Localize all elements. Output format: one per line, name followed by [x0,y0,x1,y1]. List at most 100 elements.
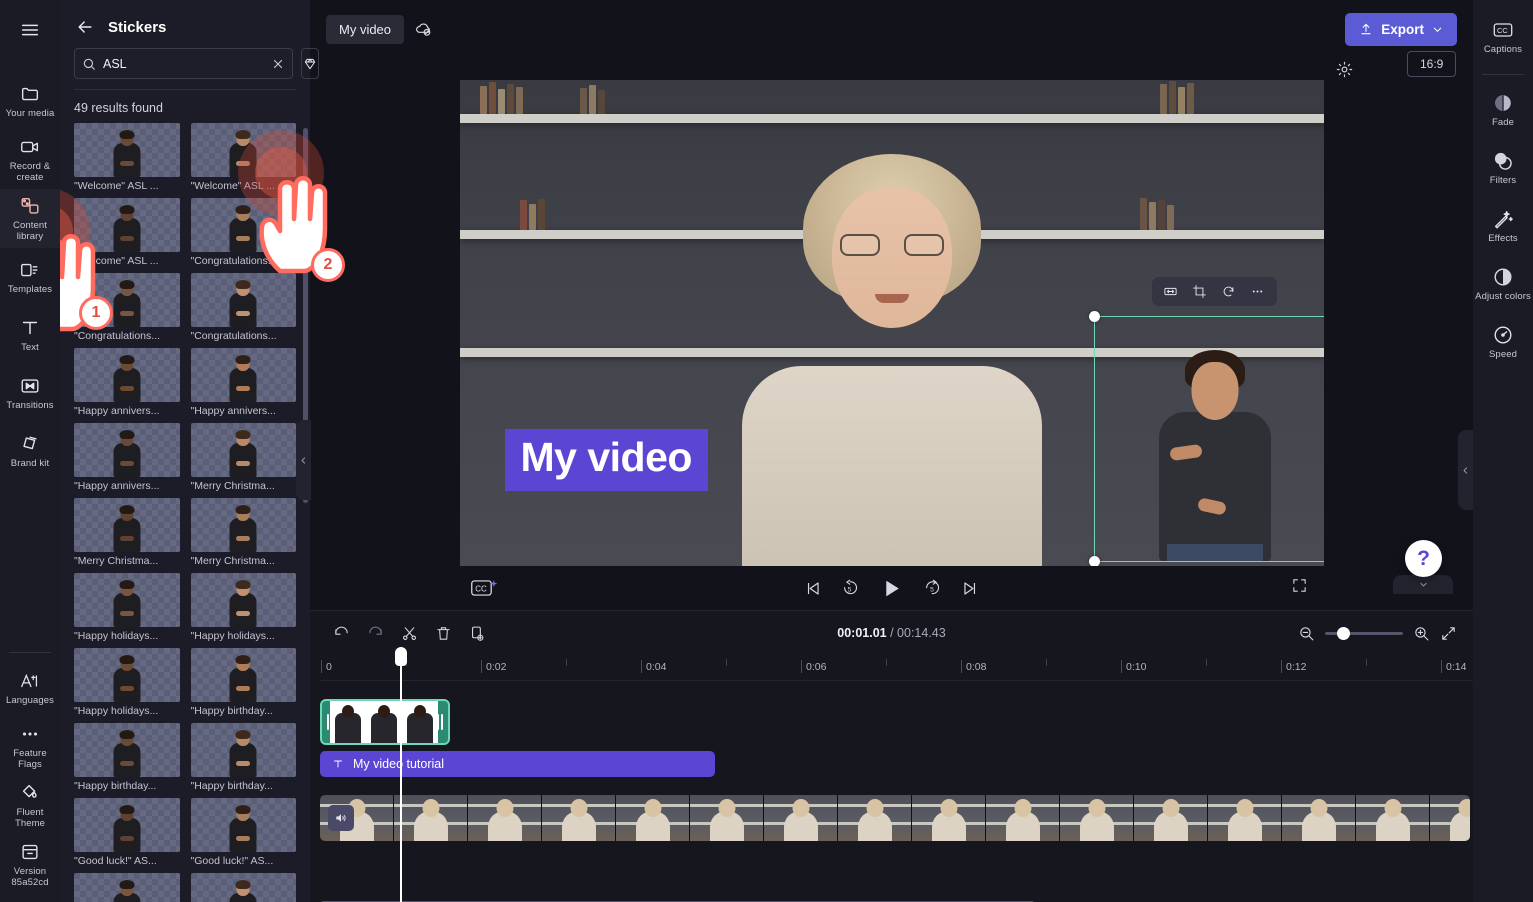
sticker-thumbnail[interactable] [74,123,180,177]
sidebar-item-fluent-theme[interactable]: Fluent Theme [0,776,60,835]
cc-sparkle-icon[interactable]: CC [470,577,500,599]
crop-icon[interactable] [1188,280,1212,304]
sidebar-item-text[interactable]: Text [0,306,60,364]
tool-filters[interactable]: Filters [1473,139,1533,197]
timeline-collapse-button[interactable] [1393,575,1453,594]
tool-adjust-colors[interactable]: Adjust colors [1473,255,1533,313]
right-panel-collapse-button[interactable] [1458,430,1473,510]
sidebar-item-record-create[interactable]: Record & create [0,130,60,189]
sticker-thumbnail[interactable] [74,423,180,477]
sticker-item[interactable]: "Happy birthday... [190,648,296,719]
tool-speed[interactable]: Speed [1473,313,1533,371]
sticker-item[interactable]: "Happy holidays... [74,648,180,719]
timeline-ruler[interactable]: 0 0:02 0:04 0:06 0:08 0:10 0:12 0:14 [320,655,1473,681]
sticker-thumbnail[interactable] [190,723,296,777]
sidebar-item-version[interactable]: Version 85a52cd [0,835,60,894]
fullscreen-icon[interactable] [1291,577,1308,599]
zoom-in-icon[interactable] [1413,625,1430,642]
sticker-thumbnail[interactable] [190,348,296,402]
sticker-item[interactable]: "Congratulations... [74,273,180,344]
sticker-thumbnail[interactable] [74,723,180,777]
sidebar-item-feature-flags[interactable]: Feature Flags [0,717,60,776]
sidebar-item-your-media[interactable]: Your media [0,72,60,130]
sticker-thumbnail[interactable] [190,123,296,177]
delete-trash-icon[interactable] [428,618,458,648]
sticker-thumbnail[interactable] [190,273,296,327]
sidebar-item-content-library[interactable]: Content library [0,189,60,248]
redo-icon[interactable] [360,618,390,648]
sticker-item[interactable]: "Happy annivers... [74,423,180,494]
split-scissors-icon[interactable] [394,618,424,648]
sticker-item[interactable]: "Merry Christma... [74,498,180,569]
sticker-item[interactable]: "Merry Christma... [190,498,296,569]
sticker-thumbnail[interactable] [190,798,296,852]
export-button[interactable]: Export [1345,12,1457,46]
hamburger-menu-icon[interactable] [8,10,52,50]
sticker-thumbnail[interactable] [74,648,180,702]
tool-captions[interactable]: CC Captions [1473,8,1533,66]
arrow-left-icon[interactable] [74,16,96,38]
sidebar-item-languages[interactable]: Languages [0,659,60,717]
sticker-item[interactable]: "Happy annivers... [74,348,180,419]
text-overlay[interactable]: My video [504,429,708,491]
undo-icon[interactable] [326,618,356,648]
sticker-thumbnail[interactable] [190,648,296,702]
sticker-item[interactable]: "Welcome" ASL ... [74,198,180,269]
sticker-thumbnail[interactable] [190,873,296,902]
help-button[interactable]: ? [1405,540,1442,577]
sticker-thumbnail[interactable] [190,498,296,552]
sticker-item[interactable]: "Congratulations... [190,198,296,269]
more-options-icon[interactable] [1246,280,1270,304]
selection-bounding-box[interactable] [1088,311,1324,566]
sticker-item[interactable]: "Good luck!" AS... [74,798,180,869]
zoom-out-icon[interactable] [1298,625,1315,642]
sticker-item[interactable]: "Happy annivers... [190,348,296,419]
duplicate-icon[interactable] [462,618,492,648]
sticker-item[interactable]: "Thank you" ASL... [190,873,296,902]
sticker-thumbnail[interactable] [74,498,180,552]
search-field-text[interactable] [103,56,264,71]
trim-handle-right[interactable] [436,713,444,731]
timeline-clip-sticker[interactable] [320,699,450,745]
sticker-thumbnail[interactable] [190,423,296,477]
sticker-thumbnail[interactable] [74,348,180,402]
sticker-item[interactable]: "Congratulations... [190,273,296,344]
timeline-clip-text[interactable]: My video tutorial [320,751,715,777]
sticker-thumbnail[interactable] [74,273,180,327]
sticker-thumbnail[interactable] [74,873,180,902]
sticker-thumbnail[interactable] [190,198,296,252]
close-icon[interactable] [271,57,285,71]
sticker-item[interactable]: "Happy holidays... [190,573,296,644]
sticker-item[interactable]: "Good luck!" AS... [74,873,180,902]
sidebar-item-brand-kit[interactable]: Brand kit [0,422,60,480]
sticker-thumbnail[interactable] [74,573,180,627]
resize-handle-bottom-left[interactable] [1088,556,1100,566]
sidebar-item-transitions[interactable]: Transitions [0,364,60,422]
play-button[interactable] [879,576,904,601]
search-input[interactable] [74,48,293,79]
sticker-thumbnail[interactable] [74,198,180,252]
skip-to-start-icon[interactable] [803,579,822,598]
sticker-item[interactable]: "Good luck!" AS... [190,798,296,869]
sticker-item[interactable]: "Happy birthday... [74,723,180,794]
cloud-sync-icon[interactable] [414,19,434,39]
stickers-scroll-area[interactable]: "Welcome" ASL ... "Welcome" ASL ... "Welco… [60,123,310,902]
sticker-item[interactable]: "Welcome" ASL ... [74,123,180,194]
aspect-ratio-badge[interactable]: 16:9 [1407,51,1457,77]
fit-to-screen-icon[interactable] [1440,625,1457,642]
zoom-slider-knob[interactable] [1337,626,1350,640]
settings-gear-icon[interactable] [1335,60,1355,80]
forward-5-icon[interactable]: 5 [923,579,942,598]
tool-effects[interactable]: Effects [1473,197,1533,255]
resize-handle-top-left[interactable] [1088,311,1100,322]
sticker-thumbnail[interactable] [74,798,180,852]
skip-to-end-icon[interactable] [961,579,980,598]
rewind-5-icon[interactable]: 5 [841,579,860,598]
sticker-item[interactable]: "Happy holidays... [74,573,180,644]
rotate-icon[interactable] [1217,280,1241,304]
tool-fade[interactable]: Fade [1473,81,1533,139]
zoom-slider[interactable] [1325,626,1403,640]
sticker-item[interactable]: "Welcome" ASL ... [190,123,296,194]
timeline-clip-video[interactable] [320,795,1470,841]
sticker-item[interactable]: "Merry Christma... [190,423,296,494]
